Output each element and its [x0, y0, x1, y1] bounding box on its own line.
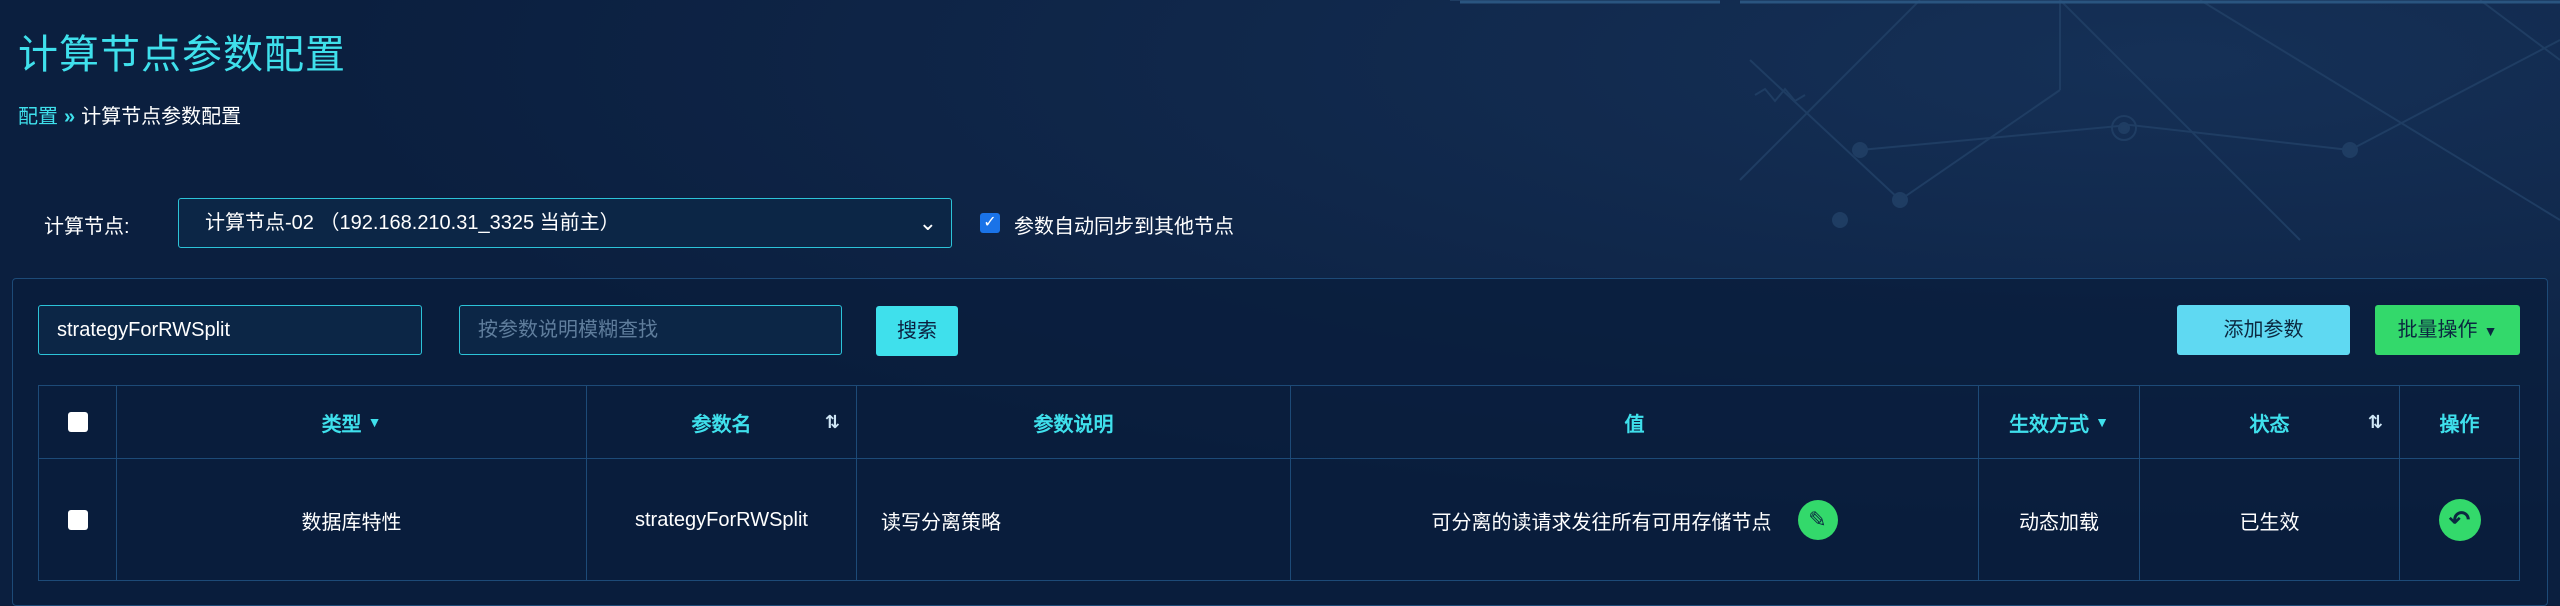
sort-icon[interactable]: ⇅: [825, 412, 840, 433]
header-action-label: 操作: [2439, 413, 2480, 436]
row-value: 可分离的读请求发往所有可用存储节点: [1431, 511, 1772, 534]
select-all-checkbox[interactable]: [67, 412, 88, 432]
row-status-cell: 已生效: [2140, 459, 2400, 581]
param-desc-search-input[interactable]: 按参数说明模糊查找: [459, 305, 842, 355]
search-button[interactable]: 搜索: [876, 306, 958, 356]
header-mode-cell[interactable]: 生效方式 ▼: [1979, 386, 2140, 458]
auto-sync-label: 参数自动同步到其他节点: [1014, 216, 1234, 238]
caret-down-icon: ▼: [2483, 322, 2498, 339]
header-type-cell[interactable]: 类型 ▼: [117, 386, 587, 458]
sort-icon[interactable]: ⇅: [2368, 412, 2383, 433]
header-type-label: 类型: [321, 413, 362, 436]
row-status: 已生效: [2239, 511, 2300, 534]
row-desc: 读写分离策略: [881, 511, 1001, 534]
breadcrumb: 配置 » 计算节点参数配置: [18, 100, 241, 129]
header-name-cell: 参数名 ⇅: [587, 386, 857, 458]
batch-operation-button[interactable]: 批量操作 ▼: [2375, 305, 2520, 355]
header-action-cell: 操作: [2400, 386, 2519, 458]
parameter-table: 类型 ▼ 参数名 ⇅ 参数说明 值 生效方式 ▼ 状态 ⇅ 操作 数据库特性 s…: [38, 385, 2520, 581]
table-header-row: 类型 ▼ 参数名 ⇅ 参数说明 值 生效方式 ▼ 状态 ⇅ 操作: [39, 386, 2519, 459]
page-title: 计算节点参数配置: [18, 33, 346, 77]
batch-operation-label: 批量操作: [2397, 319, 2478, 341]
breadcrumb-current: 计算节点参数配置: [81, 106, 242, 128]
undo-icon[interactable]: ↶: [2438, 499, 2481, 541]
row-select-cell: [39, 459, 117, 581]
node-selector-dropdown[interactable]: 计算节点-02 （192.168.210.31_3325 当前主） ⌄: [178, 198, 952, 248]
header-mode-label: 生效方式: [2009, 413, 2090, 436]
header-status-label: 状态: [2249, 413, 2290, 436]
row-value-cell: 可分离的读请求发往所有可用存储节点 ✎: [1291, 459, 1979, 581]
header-select-cell: [39, 386, 117, 458]
node-selector-value: 计算节点-02 （192.168.210.31_3325 当前主）: [205, 212, 620, 234]
breadcrumb-link-config[interactable]: 配置: [18, 106, 58, 128]
row-desc-cell: 读写分离策略: [857, 459, 1291, 581]
chevron-down-icon: ⌄: [918, 210, 937, 235]
auto-sync-checkbox[interactable]: ✓: [980, 213, 1000, 233]
caret-down-icon: ▼: [367, 414, 382, 430]
header-name-label: 参数名: [691, 413, 752, 436]
row-name-cell: strategyForRWSplit: [587, 459, 857, 581]
header-desc-label: 参数说明: [1033, 413, 1114, 436]
row-mode-cell: 动态加载: [1979, 459, 2140, 581]
node-selector-label: 计算节点:: [44, 216, 130, 238]
row-name: strategyForRWSplit: [634, 508, 808, 531]
pencil-icon[interactable]: ✎: [1797, 500, 1838, 540]
row-type: 数据库特性: [301, 511, 402, 534]
header-value-label: 值: [1624, 413, 1645, 436]
table-row: 数据库特性 strategyForRWSplit 读写分离策略 可分离的读请求发…: [39, 459, 2519, 581]
header-desc-cell: 参数说明: [857, 386, 1291, 458]
add-parameter-button[interactable]: 添加参数: [2177, 305, 2350, 355]
row-type-cell: 数据库特性: [117, 459, 587, 581]
header-status-cell: 状态 ⇅: [2140, 386, 2400, 458]
header-value-cell: 值: [1291, 386, 1979, 458]
row-action-cell: ↶: [2400, 459, 2519, 581]
row-mode: 动态加载: [2019, 511, 2099, 534]
caret-down-icon: ▼: [2095, 414, 2109, 430]
breadcrumb-separator-icon: »: [64, 106, 76, 128]
row-checkbox[interactable]: [67, 510, 88, 530]
param-name-search-input[interactable]: strategyForRWSplit: [38, 305, 422, 355]
